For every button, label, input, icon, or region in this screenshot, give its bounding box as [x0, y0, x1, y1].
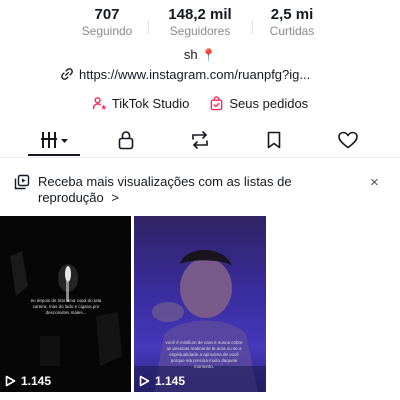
tab-private[interactable]	[111, 128, 141, 152]
view-count: 1.145	[139, 374, 185, 388]
followers-count: 148,2 mil	[168, 6, 232, 23]
close-icon[interactable]: ×	[370, 175, 379, 190]
repost-icon	[192, 131, 208, 149]
profile-link[interactable]: https://www.instagram.com/ruanpfg?ig...	[60, 66, 360, 82]
bio-text: sh	[183, 47, 198, 62]
profile-actions: TikTok Studio Seus pedidos	[0, 94, 400, 112]
tab-reposts[interactable]	[185, 128, 215, 152]
stat-divider	[148, 20, 149, 34]
video-caption: você é mistilum de cara e nunca cobre as…	[165, 340, 243, 369]
video-thumbnail[interactable]: eu depois de tirar uma copa do tata care…	[0, 216, 131, 392]
following-label: Seguindo	[81, 24, 133, 38]
stat-likes: 2,5 mi Curtidas	[262, 6, 322, 39]
play-icon	[139, 375, 150, 387]
play-icon	[5, 375, 16, 387]
tab-liked[interactable]	[333, 128, 363, 152]
heart-icon	[338, 131, 358, 149]
likes-count: 2,5 mi	[270, 6, 314, 23]
pin-emoji: 📍	[201, 48, 217, 62]
stat-followers[interactable]: 148,2 mil Seguidores	[160, 6, 240, 39]
view-count: 1.145	[5, 374, 51, 388]
likes-label: Curtidas	[269, 24, 315, 38]
view-count-value: 1.145	[155, 374, 186, 388]
studio-icon	[92, 96, 107, 110]
tabs-divider	[0, 157, 400, 158]
link-icon	[61, 68, 73, 80]
profile-tabs	[0, 126, 400, 156]
link-url: https://www.instagram.com/ruanpfg?ig...	[79, 66, 311, 82]
video-thumbnail[interactable]: você é mistilum de cara e nunca cobre as…	[134, 216, 266, 392]
orders-label: Seus pedidos	[229, 95, 309, 111]
profile-bio: sh 📍	[0, 47, 400, 63]
stat-divider	[252, 20, 253, 34]
video-caption: eu depois de tirar uma copa do tata care…	[30, 298, 102, 315]
tiktok-studio-button[interactable]: TikTok Studio	[92, 95, 190, 111]
grid-icon	[41, 132, 68, 148]
stat-following[interactable]: 707 Seguindo	[78, 6, 136, 39]
lock-icon	[118, 131, 134, 150]
tab-favorites[interactable]	[259, 128, 289, 152]
banner-text: Receba mais visualizações com as listas …	[38, 174, 292, 205]
shopping-bag-icon	[211, 95, 223, 110]
studio-label: TikTok Studio	[111, 95, 190, 111]
chevron-right-icon: >	[111, 190, 119, 205]
banner-message: Receba mais visualizações com as listas …	[38, 174, 338, 206]
following-count: 707	[94, 6, 120, 23]
active-tab-indicator	[28, 154, 80, 156]
video-grid: eu depois de tirar uma copa do tata care…	[0, 216, 400, 400]
profile-stats: 707 Seguindo 148,2 mil Seguidores 2,5 mi…	[0, 6, 400, 42]
playlist-banner[interactable]: Receba mais visualizações com as listas …	[0, 162, 400, 208]
playlist-icon	[14, 174, 30, 190]
tab-videos[interactable]	[38, 128, 72, 152]
followers-label: Seguidores	[169, 24, 231, 38]
orders-button[interactable]: Seus pedidos	[209, 96, 308, 111]
view-count-value: 1.145	[21, 374, 52, 388]
bookmark-icon	[267, 131, 281, 149]
